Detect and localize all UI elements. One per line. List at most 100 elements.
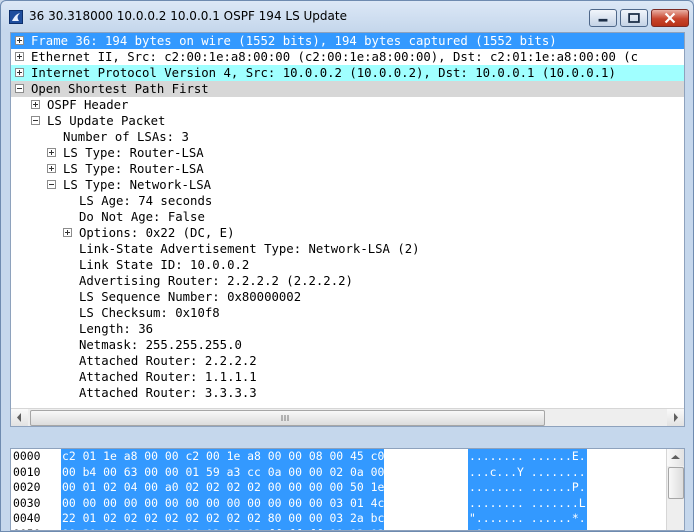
maximize-icon — [628, 13, 640, 23]
plus-icon — [49, 150, 54, 155]
tree-row[interactable]: Link-State Advertisement Type: Network-L… — [11, 241, 684, 257]
hex-bytes: 00 b4 00 63 00 00 01 59 a3 cc 0a 00 00 0… — [61, 464, 385, 480]
tree-row-label: Open Shortest Path First — [31, 82, 209, 96]
tree-row-label: Number of LSAs: 3 — [63, 130, 189, 144]
scroll-left-button[interactable] — [11, 409, 28, 426]
tree-row-label: OSPF Header — [47, 98, 129, 112]
tree-row-label: Attached Router: 3.3.3.3 — [79, 386, 257, 400]
plus-icon — [17, 38, 22, 43]
minus-icon — [33, 120, 38, 121]
title-bar[interactable]: 36 30.318000 10.0.0.2 10.0.0.1 OSPF 194 … — [1, 1, 693, 31]
pane-splitter[interactable] — [1, 429, 693, 447]
hex-offset: 0030 — [13, 495, 41, 510]
hex-offset: 0040 — [13, 511, 41, 525]
tree-row-label: Ethernet II, Src: c2:00:1e:a8:00:00 (c2:… — [31, 50, 639, 64]
tree-row[interactable]: OSPF Header — [11, 97, 684, 113]
ascii-bytes: ........ .......L — [468, 495, 587, 511]
expand-toggle-icon[interactable] — [47, 148, 56, 157]
hex-row[interactable]: 0010 00 b4 00 63 00 00 01 59 a3 cc 0a 00 … — [11, 464, 684, 480]
tree-row[interactable]: Internet Protocol Version 4, Src: 10.0.0… — [11, 65, 684, 81]
tree-row[interactable]: Netmask: 255.255.255.0 — [11, 337, 684, 353]
scroll-up-button[interactable] — [667, 449, 684, 466]
collapse-toggle-icon[interactable] — [31, 116, 40, 125]
packet-bytes-pane[interactable]: 0000 c2 01 1e a8 00 00 c2 00 1e a8 00 00 … — [10, 448, 685, 531]
tree-row-label: LS Checksum: 0x10f8 — [79, 306, 220, 320]
tree-row[interactable]: Attached Router: 1.1.1.1 — [11, 369, 684, 385]
tree-row[interactable]: LS Age: 74 seconds — [11, 193, 684, 209]
tree-row-label: LS Type: Router-LSA — [63, 146, 204, 160]
tree-row[interactable]: Open Shortest Path First — [11, 81, 684, 97]
minus-icon — [17, 88, 22, 89]
tree-row-label: Options: 0x22 (DC, E) — [79, 226, 235, 240]
tree-row-label: Advertising Router: 2.2.2.2 (2.2.2.2) — [79, 274, 353, 288]
horizontal-scroll-thumb[interactable] — [30, 410, 545, 426]
minimize-button[interactable] — [589, 9, 617, 27]
tree-row[interactable]: LS Type: Network-LSA — [11, 177, 684, 193]
tree-row[interactable]: Attached Router: 3.3.3.3 — [11, 385, 684, 401]
tree-row[interactable]: Length: 36 — [11, 321, 684, 337]
minus-icon — [49, 184, 54, 185]
hex-bytes: 00 01 02 04 00 a0 02 02 02 02 00 00 00 0… — [61, 480, 385, 496]
tree-row-label: LS Age: 74 seconds — [79, 194, 213, 208]
ascii-bytes: ...c...Y ........ — [468, 464, 587, 480]
tree-row[interactable]: LS Sequence Number: 0x80000002 — [11, 289, 684, 305]
window-title: 36 30.318000 10.0.0.2 10.0.0.1 OSPF 194 … — [29, 9, 347, 23]
hex-dump: 0000 c2 01 1e a8 00 00 c2 00 1e a8 00 00 … — [11, 449, 684, 530]
hex-row[interactable]: 0050 00 30 00 00 00 02 02 02 02 02 ff ff … — [11, 526, 684, 530]
close-button[interactable] — [651, 9, 689, 27]
hex-row[interactable]: 0040 22 01 02 02 02 02 02 02 02 02 80 00 … — [11, 511, 684, 527]
tree-row[interactable]: Ethernet II, Src: c2:00:1e:a8:00:00 (c2:… — [11, 49, 684, 65]
vertical-scrollbar[interactable] — [666, 449, 684, 530]
tree-row-label: Link State ID: 10.0.0.2 — [79, 258, 250, 272]
tree-row[interactable]: Frame 36: 194 bytes on wire (1552 bits),… — [11, 33, 684, 49]
tree-row[interactable]: Options: 0x22 (DC, E) — [11, 225, 684, 241]
maximize-button[interactable] — [620, 9, 648, 27]
expand-toggle-icon[interactable] — [15, 52, 24, 61]
tree-row-label: Attached Router: 1.1.1.1 — [79, 370, 257, 384]
arrow-up-icon — [671, 455, 680, 459]
tree-row-label: LS Update Packet — [47, 114, 166, 128]
vertical-scroll-thumb[interactable] — [668, 467, 684, 499]
tree-row[interactable]: Number of LSAs: 3 — [11, 129, 684, 145]
tree-row[interactable]: LS Type: Router-LSA — [11, 145, 684, 161]
expand-toggle-icon[interactable] — [47, 164, 56, 173]
hex-row[interactable]: 0020 00 01 02 04 00 a0 02 02 02 02 00 00 … — [11, 480, 684, 496]
expand-toggle-icon[interactable] — [63, 228, 72, 237]
expand-toggle-icon[interactable] — [31, 100, 40, 109]
tree-row[interactable]: Advertising Router: 2.2.2.2 (2.2.2.2) — [11, 273, 684, 289]
expand-toggle-icon[interactable] — [15, 36, 24, 45]
plus-icon — [49, 166, 54, 171]
grip-icon — [281, 415, 289, 421]
scroll-right-button[interactable] — [667, 409, 684, 426]
expand-toggle-icon[interactable] — [15, 68, 24, 77]
tree-row[interactable]: LS Checksum: 0x10f8 — [11, 305, 684, 321]
minimize-icon — [598, 18, 608, 22]
tree-row-label: Length: 36 — [79, 322, 154, 336]
ascii-bytes: ........ ......E. — [468, 449, 587, 465]
tree-row[interactable]: Attached Router: 2.2.2.2 — [11, 353, 684, 369]
collapse-toggle-icon[interactable] — [15, 84, 24, 93]
tree-row[interactable]: LS Update Packet — [11, 113, 684, 129]
wireshark-packet-window: 36 30.318000 10.0.0.2 10.0.0.1 OSPF 194 … — [0, 0, 694, 532]
hex-row[interactable]: 0000 c2 01 1e a8 00 00 c2 00 1e a8 00 00 … — [11, 449, 684, 465]
hex-row[interactable]: 0030 00 00 00 00 00 00 00 00 00 00 00 00 … — [11, 495, 684, 511]
tree-row-label: Netmask: 255.255.255.0 — [79, 338, 242, 352]
plus-icon — [17, 54, 22, 59]
packet-details-tree: Frame 36: 194 bytes on wire (1552 bits),… — [11, 33, 684, 401]
collapse-toggle-icon[interactable] — [47, 180, 56, 189]
hex-bytes: 00 00 00 00 00 00 00 00 00 00 00 00 00 0… — [61, 495, 385, 511]
hex-offset: 0000 — [13, 449, 41, 463]
close-icon — [664, 12, 676, 24]
tree-row-label: LS Type: Router-LSA — [63, 162, 204, 176]
arrow-right-icon — [674, 413, 678, 422]
wireshark-fin-icon — [9, 10, 23, 24]
plus-icon — [17, 70, 22, 75]
arrow-left-icon — [17, 413, 21, 422]
tree-row[interactable]: LS Type: Router-LSA — [11, 161, 684, 177]
tree-row-label: Do Not Age: False — [79, 210, 205, 224]
horizontal-scrollbar[interactable] — [11, 408, 684, 426]
ascii-bytes: .0...... ........ — [468, 526, 587, 530]
tree-row[interactable]: Link State ID: 10.0.0.2 — [11, 257, 684, 273]
packet-details-pane[interactable]: Frame 36: 194 bytes on wire (1552 bits),… — [10, 32, 685, 427]
tree-row[interactable]: Do Not Age: False — [11, 209, 684, 225]
